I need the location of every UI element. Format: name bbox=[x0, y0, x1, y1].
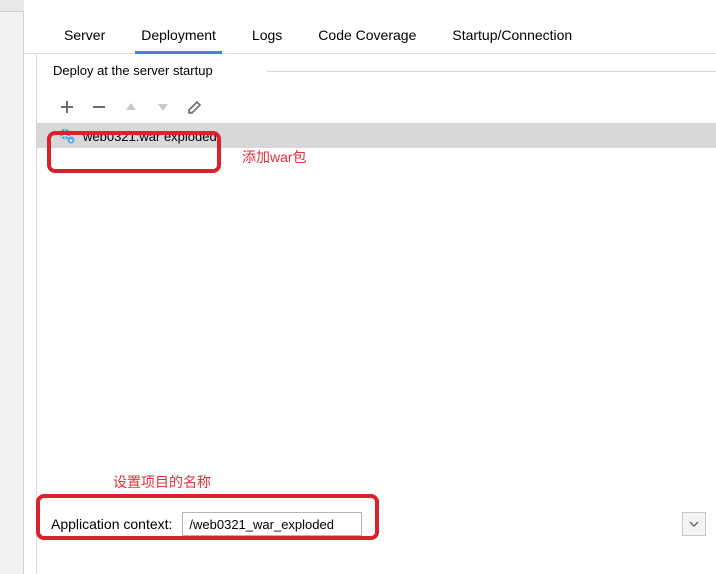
application-context-input-wrap bbox=[182, 512, 364, 536]
tab-bar: Server Deployment Logs Code Coverage Sta… bbox=[24, 0, 716, 54]
fieldset-divider bbox=[267, 71, 716, 72]
tab-server[interactable]: Server bbox=[60, 19, 109, 53]
remove-icon[interactable] bbox=[91, 99, 107, 115]
edit-icon[interactable] bbox=[187, 99, 203, 115]
artifact-list[interactable]: web0321:war exploded bbox=[37, 123, 716, 433]
add-icon[interactable] bbox=[59, 99, 75, 115]
artifact-name: web0321:war exploded bbox=[83, 129, 217, 144]
move-down-icon bbox=[155, 99, 171, 115]
artifact-list-item[interactable]: web0321:war exploded bbox=[37, 124, 716, 148]
artifact-toolbar bbox=[37, 89, 716, 123]
tab-startup-connection[interactable]: Startup/Connection bbox=[448, 19, 576, 53]
deploy-at-startup-fieldset: Deploy at the server startup bbox=[37, 71, 716, 433]
context-dropdown-button[interactable] bbox=[682, 512, 706, 536]
fieldset-label: Deploy at the server startup bbox=[47, 63, 219, 78]
left-gutter-top bbox=[0, 0, 24, 12]
annotation-add-war: 添加war包 bbox=[242, 147, 307, 167]
deployment-panel: Deploy at the server startup bbox=[36, 55, 716, 574]
tab-code-coverage[interactable]: Code Coverage bbox=[314, 19, 420, 53]
left-gutter bbox=[0, 0, 24, 574]
application-context-row: Application context: bbox=[51, 512, 706, 536]
move-up-icon bbox=[123, 99, 139, 115]
application-context-input[interactable] bbox=[182, 512, 362, 536]
annotation-set-project-name: 设置项目的名称 bbox=[113, 472, 211, 492]
tab-deployment[interactable]: Deployment bbox=[137, 19, 220, 53]
web-artifact-icon bbox=[59, 128, 75, 144]
tab-logs[interactable]: Logs bbox=[248, 19, 286, 53]
application-context-label: Application context: bbox=[51, 516, 172, 532]
